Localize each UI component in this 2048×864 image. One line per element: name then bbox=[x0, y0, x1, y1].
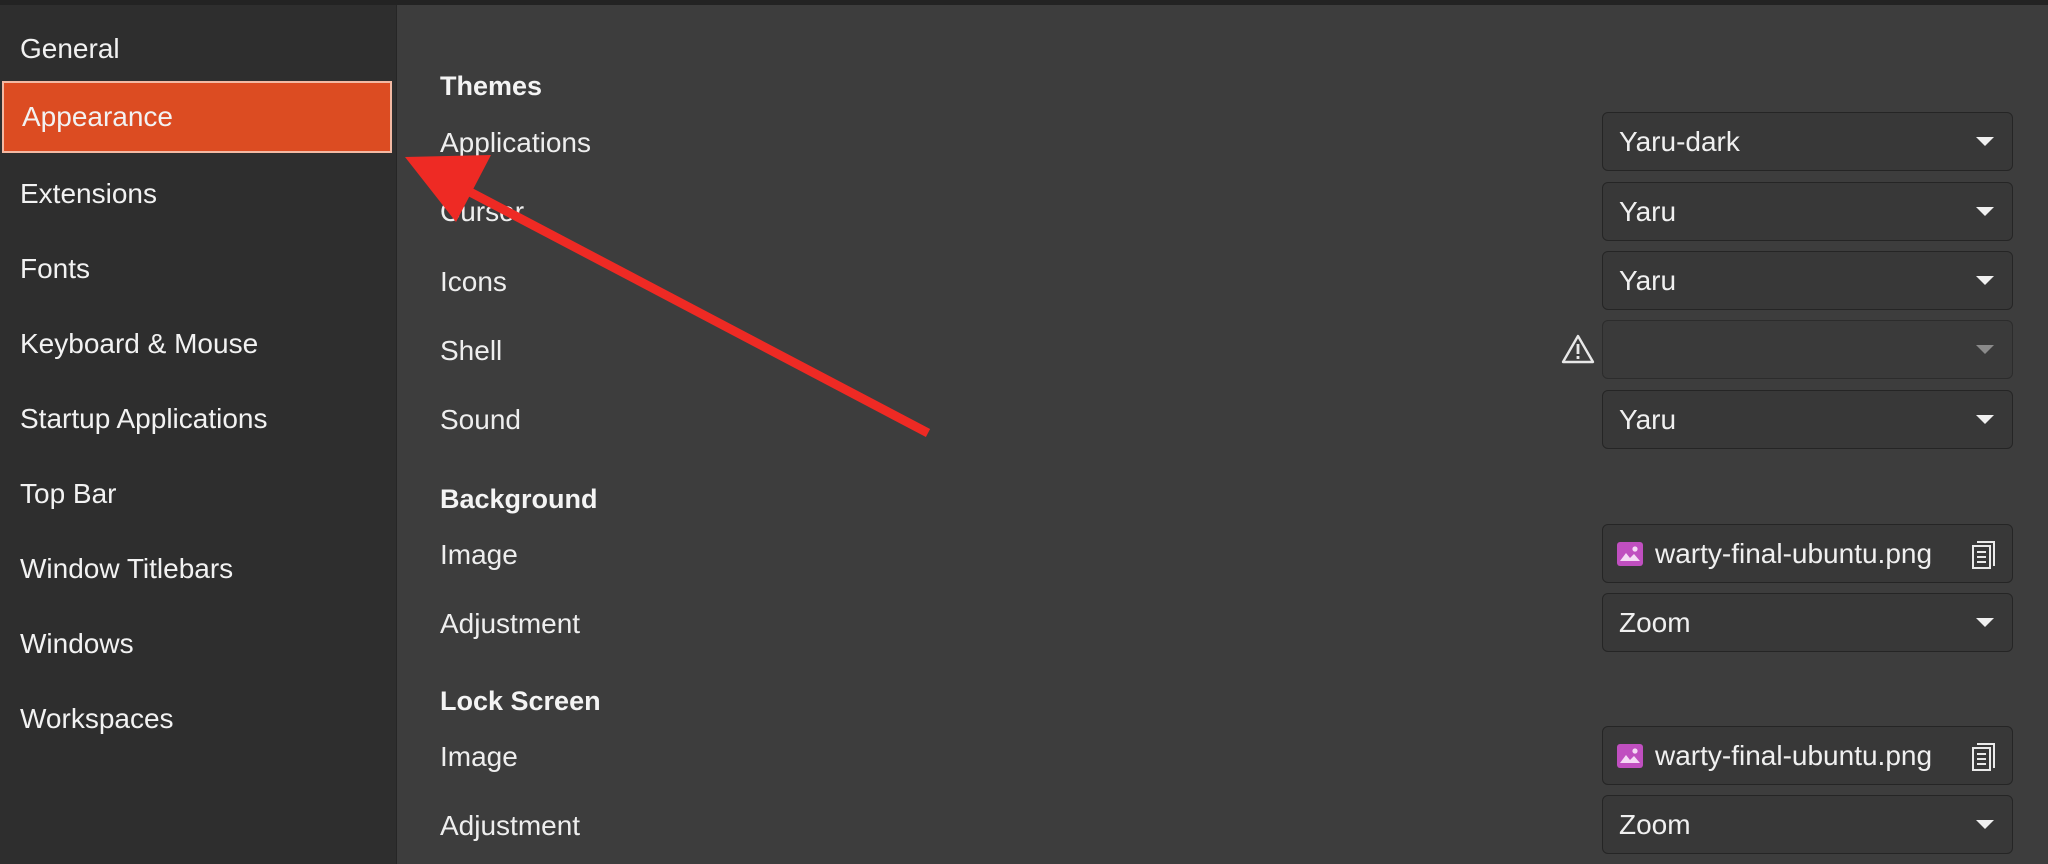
chevron-down-icon bbox=[1976, 207, 1994, 216]
lock-screen-image-file-chooser[interactable]: warty-final-ubuntu.png bbox=[1602, 726, 2013, 785]
background-image-label: Image bbox=[440, 539, 518, 570]
sidebar-item-fonts[interactable]: Fonts bbox=[0, 233, 396, 305]
background-image-filename: warty-final-ubuntu.png bbox=[1655, 537, 1933, 569]
icons-label: Icons bbox=[440, 266, 507, 297]
chevron-down-icon bbox=[1976, 276, 1994, 285]
sidebar-item-appearance[interactable]: Appearance bbox=[2, 81, 392, 153]
image-file-icon bbox=[1617, 541, 1643, 566]
chevron-down-icon bbox=[1976, 820, 1994, 829]
background-adjustment-value: Zoom bbox=[1619, 606, 1691, 638]
background-image-file-chooser[interactable]: warty-final-ubuntu.png bbox=[1602, 524, 2013, 583]
sidebar-item-label: Extensions bbox=[20, 178, 157, 209]
shell-label: Shell bbox=[440, 335, 503, 366]
applications-theme-value: Yaru-dark bbox=[1619, 125, 1740, 157]
sidebar-item-extensions[interactable]: Extensions bbox=[0, 158, 396, 230]
chevron-down-icon bbox=[1976, 415, 1994, 424]
tweaks-window: General Appearance Extensions Fonts Keyb… bbox=[0, 0, 2048, 864]
icons-theme-dropdown[interactable]: Yaru bbox=[1602, 251, 2013, 310]
background-adjustment-dropdown[interactable]: Zoom bbox=[1602, 593, 2013, 652]
applications-label: Applications bbox=[440, 127, 591, 158]
appearance-panel: Themes Applications Yaru-dark Cursor Yar… bbox=[397, 5, 2048, 864]
cursor-label: Cursor bbox=[440, 196, 525, 227]
sound-theme-dropdown[interactable]: Yaru bbox=[1602, 390, 2013, 449]
sidebar-item-windows[interactable]: Windows bbox=[0, 608, 396, 680]
sidebar-item-label: Workspaces bbox=[20, 703, 174, 734]
background-adjustment-label: Adjustment bbox=[440, 608, 581, 639]
cursor-theme-value: Yaru bbox=[1619, 195, 1677, 227]
sidebar-item-label: Startup Applications bbox=[20, 403, 268, 434]
sidebar-item-label: General bbox=[20, 33, 120, 64]
document-icon bbox=[1972, 743, 1995, 771]
sidebar-item-label: Appearance bbox=[22, 101, 174, 132]
lock-screen-image-label: Image bbox=[440, 741, 518, 772]
chevron-down-icon bbox=[1976, 618, 1994, 627]
cursor-theme-dropdown[interactable]: Yaru bbox=[1602, 182, 2013, 241]
icons-theme-value: Yaru bbox=[1619, 264, 1677, 296]
sidebar-item-workspaces[interactable]: Workspaces bbox=[0, 683, 396, 755]
sidebar-item-top-bar[interactable]: Top Bar bbox=[0, 458, 396, 530]
warning-triangle-icon bbox=[1561, 334, 1595, 364]
lock-screen-adjustment-value: Zoom bbox=[1619, 808, 1691, 840]
image-file-icon bbox=[1617, 743, 1643, 768]
applications-theme-dropdown[interactable]: Yaru-dark bbox=[1602, 112, 2013, 171]
lock-screen-image-filename: warty-final-ubuntu.png bbox=[1655, 739, 1933, 771]
sidebar-item-label: Fonts bbox=[20, 253, 91, 284]
sidebar-item-label: Window Titlebars bbox=[20, 553, 234, 584]
document-icon bbox=[1972, 541, 1995, 569]
lock-screen-adjustment-label: Adjustment bbox=[440, 810, 581, 841]
sidebar-item-keyboard-mouse[interactable]: Keyboard & Mouse bbox=[0, 308, 396, 380]
chevron-down-icon bbox=[1976, 345, 1994, 354]
sidebar-item-label: Top Bar bbox=[20, 478, 117, 509]
section-title-themes: Themes bbox=[440, 71, 543, 101]
sidebar: General Appearance Extensions Fonts Keyb… bbox=[0, 5, 397, 864]
sidebar-item-label: Keyboard & Mouse bbox=[20, 328, 259, 359]
sidebar-item-startup-applications[interactable]: Startup Applications bbox=[0, 383, 396, 455]
lock-screen-adjustment-dropdown[interactable]: Zoom bbox=[1602, 795, 2013, 854]
chevron-down-icon bbox=[1976, 137, 1994, 146]
section-title-background: Background bbox=[440, 484, 598, 514]
section-title-lock-screen: Lock Screen bbox=[440, 686, 601, 716]
sidebar-item-label: Windows bbox=[20, 628, 134, 659]
sound-label: Sound bbox=[440, 404, 521, 435]
sidebar-item-general[interactable]: General bbox=[0, 13, 396, 85]
sound-theme-value: Yaru bbox=[1619, 403, 1677, 435]
sidebar-item-window-titlebars[interactable]: Window Titlebars bbox=[0, 533, 396, 605]
shell-theme-dropdown[interactable] bbox=[1602, 320, 2013, 379]
